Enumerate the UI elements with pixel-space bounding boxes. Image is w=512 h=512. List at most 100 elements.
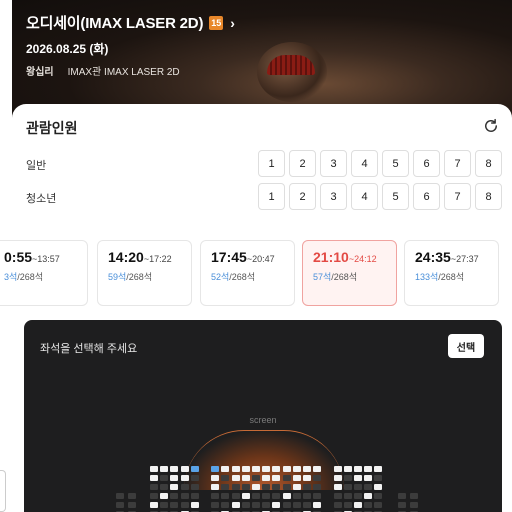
seat[interactable]: [343, 484, 352, 490]
refresh-icon[interactable]: [482, 117, 500, 135]
seat[interactable]: [170, 466, 179, 472]
seat[interactable]: [292, 475, 301, 481]
seat[interactable]: [272, 475, 281, 481]
seat[interactable]: [241, 484, 250, 490]
seat[interactable]: [211, 466, 220, 472]
youth-count-button[interactable]: 8: [475, 183, 502, 210]
seat[interactable]: [180, 484, 189, 490]
seat[interactable]: [150, 475, 158, 481]
seat[interactable]: [128, 502, 136, 508]
seat[interactable]: [282, 502, 291, 508]
showtime-card[interactable]: 0:55~13:57 3석/268석: [0, 240, 88, 306]
youth-count-button[interactable]: 3: [320, 183, 347, 210]
showtime-card[interactable]: 21:10~24:12 57석/268석: [302, 240, 397, 306]
seat[interactable]: [333, 502, 342, 508]
seat[interactable]: [170, 502, 179, 508]
seat[interactable]: [282, 484, 291, 490]
seat[interactable]: [116, 493, 124, 499]
movie-title-link[interactable]: 오디세이(IMAX LASER 2D) 15 ›: [26, 12, 235, 33]
seat[interactable]: [364, 484, 373, 490]
youth-count-button[interactable]: 7: [444, 183, 471, 210]
seat[interactable]: [272, 484, 281, 490]
seat[interactable]: [303, 502, 311, 508]
seat[interactable]: [354, 493, 362, 499]
seat[interactable]: [354, 484, 362, 490]
seat[interactable]: [252, 502, 260, 508]
seat[interactable]: [313, 475, 322, 481]
seat[interactable]: [150, 502, 158, 508]
general-count-button[interactable]: 1: [258, 150, 285, 177]
seat[interactable]: [282, 493, 291, 499]
seat[interactable]: [343, 502, 352, 508]
seat[interactable]: [160, 466, 169, 472]
seat[interactable]: [313, 493, 322, 499]
general-count-button[interactable]: 8: [475, 150, 502, 177]
seat[interactable]: [374, 502, 383, 508]
youth-count-button[interactable]: 5: [382, 183, 409, 210]
seat[interactable]: [116, 502, 124, 508]
seat[interactable]: [221, 502, 230, 508]
seat[interactable]: [374, 466, 383, 472]
seat[interactable]: [292, 502, 301, 508]
seat[interactable]: [333, 484, 342, 490]
seat[interactable]: [410, 502, 418, 508]
seat[interactable]: [282, 466, 291, 472]
seat[interactable]: [180, 475, 189, 481]
seat[interactable]: [272, 493, 281, 499]
seat[interactable]: [398, 493, 406, 499]
seat[interactable]: [364, 493, 373, 499]
seat[interactable]: [262, 466, 271, 472]
seat[interactable]: [262, 484, 271, 490]
seat[interactable]: [333, 475, 342, 481]
general-count-button[interactable]: 3: [320, 150, 347, 177]
showtime-card[interactable]: 24:35~27:37 133석/268석: [404, 240, 499, 306]
general-count-button[interactable]: 5: [382, 150, 409, 177]
seat[interactable]: [170, 475, 179, 481]
seat[interactable]: [160, 475, 169, 481]
seat[interactable]: [221, 475, 230, 481]
seat[interactable]: [190, 493, 199, 499]
side-handle[interactable]: [0, 470, 6, 512]
general-count-button[interactable]: 6: [413, 150, 440, 177]
seat[interactable]: [364, 475, 373, 481]
seat[interactable]: [333, 466, 342, 472]
seat[interactable]: [262, 493, 271, 499]
seat[interactable]: [292, 493, 301, 499]
seat[interactable]: [221, 493, 230, 499]
seat[interactable]: [354, 502, 362, 508]
showtime-card[interactable]: 14:20~17:22 59석/268석: [97, 240, 192, 306]
seat[interactable]: [343, 466, 352, 472]
showtime-card[interactable]: 17:45~20:47 52석/268석: [200, 240, 295, 306]
seat[interactable]: [190, 466, 199, 472]
seat[interactable]: [343, 475, 352, 481]
seat[interactable]: [190, 475, 199, 481]
seat[interactable]: [252, 484, 260, 490]
seat[interactable]: [303, 493, 311, 499]
seat[interactable]: [190, 502, 199, 508]
seat[interactable]: [190, 484, 199, 490]
seat[interactable]: [180, 493, 189, 499]
general-count-button[interactable]: 2: [289, 150, 316, 177]
seat[interactable]: [231, 502, 240, 508]
seat[interactable]: [410, 493, 418, 499]
seat[interactable]: [354, 475, 362, 481]
seat[interactable]: [303, 466, 311, 472]
seat[interactable]: [313, 484, 322, 490]
seat[interactable]: [343, 493, 352, 499]
seat[interactable]: [303, 484, 311, 490]
seat[interactable]: [231, 484, 240, 490]
seat[interactable]: [211, 493, 220, 499]
seat[interactable]: [160, 493, 169, 499]
seat[interactable]: [211, 475, 220, 481]
general-count-button[interactable]: 4: [351, 150, 378, 177]
youth-count-button[interactable]: 1: [258, 183, 285, 210]
seat[interactable]: [354, 466, 362, 472]
seat[interactable]: [252, 466, 260, 472]
seat[interactable]: [180, 466, 189, 472]
seat[interactable]: [364, 466, 373, 472]
seat[interactable]: [252, 493, 260, 499]
seat[interactable]: [170, 484, 179, 490]
general-count-button[interactable]: 7: [444, 150, 471, 177]
seat[interactable]: [170, 493, 179, 499]
seat[interactable]: [292, 466, 301, 472]
